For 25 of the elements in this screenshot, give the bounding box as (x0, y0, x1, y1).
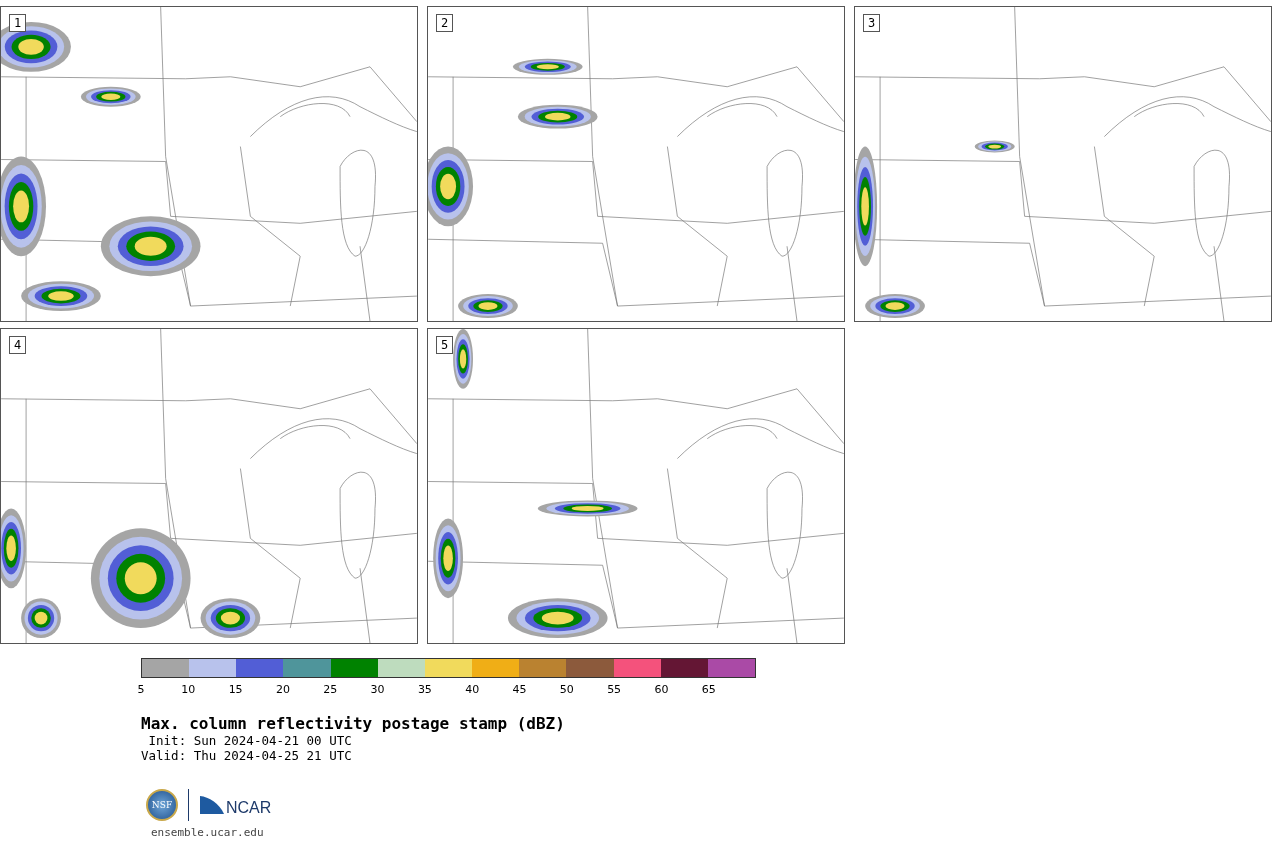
seal-logo: NSF (146, 789, 178, 821)
panel-number: 4 (9, 336, 27, 354)
tick-label: 65 (701, 683, 716, 696)
tick-label: 30 (370, 683, 385, 696)
panel-number: 3 (863, 14, 881, 32)
tick-label: 25 (323, 683, 338, 696)
tick-label: 55 (607, 683, 622, 696)
chart-title: Max. column reflectivity postage stamp (dBZ) (141, 714, 566, 733)
tick-label: 10 (181, 683, 196, 696)
site-url: ensemble.ucar.edu (151, 826, 265, 839)
tick-label: 40 (465, 683, 480, 696)
valid-time: Valid: Thu 2024-04-25 21 UTC (141, 748, 353, 763)
tick-label: 45 (512, 683, 527, 696)
init-time: Init: Sun 2024-04-21 00 UTC (147, 733, 353, 748)
panel-number: 2 (436, 14, 454, 32)
tick-label: 5 (137, 683, 145, 696)
arc-logo-icon (199, 795, 225, 815)
panel-number: 5 (436, 336, 454, 354)
tick-label: 15 (228, 683, 243, 696)
tick-label: 50 (559, 683, 574, 696)
logo-wordmark: NCAR (226, 799, 272, 817)
tick-label: 20 (275, 683, 290, 696)
tick-label: 35 (417, 683, 432, 696)
tick-label: 60 (654, 683, 669, 696)
panel-number: 1 (9, 14, 27, 32)
